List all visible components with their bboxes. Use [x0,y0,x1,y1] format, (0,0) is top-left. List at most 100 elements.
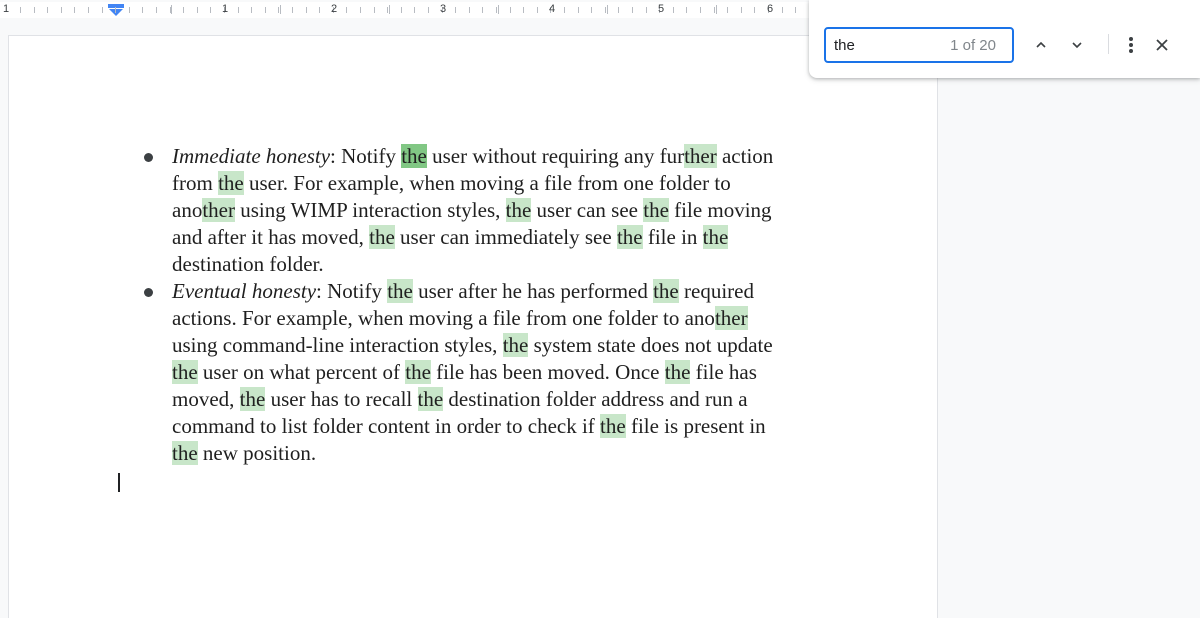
text-run: file is present in [625,414,766,438]
ruler-number: 3 [439,3,447,15]
ruler-half-tick [388,5,390,14]
text-run: user after he has performed [412,279,654,303]
text-run: and after it has moved, [172,225,370,249]
ruler-tick [591,7,593,13]
ruler-tick [564,7,565,13]
match-highlight: the [616,225,643,249]
ruler-tick [373,7,375,13]
ruler-tick [645,7,647,13]
previous-match-button[interactable] [1027,31,1055,59]
ruler-half-tick [497,5,499,14]
match-highlight: the [664,360,691,384]
text-run: destination folder address and run a [443,387,748,411]
ruler-tick [686,7,688,13]
ruler-tick [237,7,239,13]
text-run: file in [642,225,703,249]
bullet-item[interactable]: Eventual honesty: Notify the user after … [144,278,832,467]
text-line: another using WIMP interaction styles, t… [172,197,832,224]
ruler-tick [292,7,293,13]
match-highlight: the [505,198,532,222]
ruler-number: 4 [548,3,556,15]
ruler-tick [251,7,253,13]
chevron-down-icon [1072,42,1082,49]
ruler-number: 2 [330,3,338,15]
ruler-tick [360,7,361,13]
ruler-half-tick [715,5,717,14]
ruler-tick [156,7,157,13]
ruler-half-tick [606,5,608,14]
ruler-tick [400,7,402,13]
close-find-button[interactable] [1148,31,1176,59]
find-input[interactable] [834,35,944,55]
match-highlight: the [405,360,431,384]
text-line: moved, the user has to recall the destin… [172,386,832,413]
ruler-tick [33,7,35,13]
text-run: command to list folder content in order … [172,414,601,438]
ruler-number: 5 [657,3,665,15]
bullet-item[interactable]: Immediate honesty: Notify the user witho… [144,143,832,278]
text-run: file moving [668,198,772,222]
match-highlight: the [172,360,198,384]
chevron-up-icon [1036,41,1046,48]
text-run: moved, [172,387,240,411]
text-run: user can see [531,198,644,222]
ruler-tick [101,7,103,13]
next-match-button[interactable] [1063,31,1091,59]
text-line: destination folder. [172,251,832,278]
text-run: using command-line interaction styles, [172,333,503,357]
ruler-tick [210,7,212,13]
match-highlight: the [502,333,529,357]
ruler-half-tick [170,5,172,14]
ruler-tick [781,7,783,13]
ruler-tick [60,7,62,13]
more-options-button[interactable] [1117,31,1145,59]
match-highlight: the [702,225,729,249]
ruler-tick [536,7,538,13]
ruler-tick [468,7,470,13]
ruler-tick [754,7,756,13]
ruler-tick [414,7,416,13]
ruler-tick [482,7,484,13]
find-field[interactable]: 1 of 20 [824,27,1014,63]
text-run: using WIMP interaction styles, [234,198,506,222]
ruler-tick [47,7,49,13]
ruler-tick [183,7,185,13]
match-highlight: the [643,198,669,222]
text-run: from [172,171,219,195]
ruler-tick [115,7,117,13]
text-line: Eventual honesty: Notify the user after … [172,278,832,305]
ruler-tick [74,7,76,13]
ruler-label-left: 1 [2,3,10,15]
text-run: user without requiring any fur [426,144,685,168]
match-highlight: the [600,414,626,438]
document-body[interactable]: Immediate honesty: Notify the user witho… [144,143,832,467]
match-highlight: the [369,225,395,249]
text-line: Immediate honesty: Notify the user witho… [172,143,832,170]
ruler-tick [672,7,674,13]
match-highlight: the [239,387,266,411]
match-highlight: ther [714,306,748,330]
match-highlight: ther [684,144,717,168]
text-run: action [716,144,774,168]
ruler-tick [700,7,701,13]
ruler-half-tick [279,5,281,14]
text-run: system state does not update [528,333,773,357]
text-run: : Notify [330,144,402,168]
ruler-tick [713,7,715,13]
bullet-dot [144,288,153,297]
text-run: destination folder. [172,252,324,276]
match-highlight: the [387,279,413,303]
text-cursor [118,473,120,492]
ruler-tick [142,7,144,13]
ruler-tick [264,7,266,13]
text-line: the user on what percent of the file has… [172,359,832,386]
ruler-number: 1 [221,3,229,15]
ruler-tick [509,7,511,13]
text-line: the new position. [172,440,832,467]
ruler-tick [305,7,307,13]
ruler-tick [727,7,729,13]
text-run: : Notify [316,279,388,303]
ruler-tick [128,7,130,13]
ruler-tick [577,7,579,13]
text-run: user on what percent of [197,360,406,384]
